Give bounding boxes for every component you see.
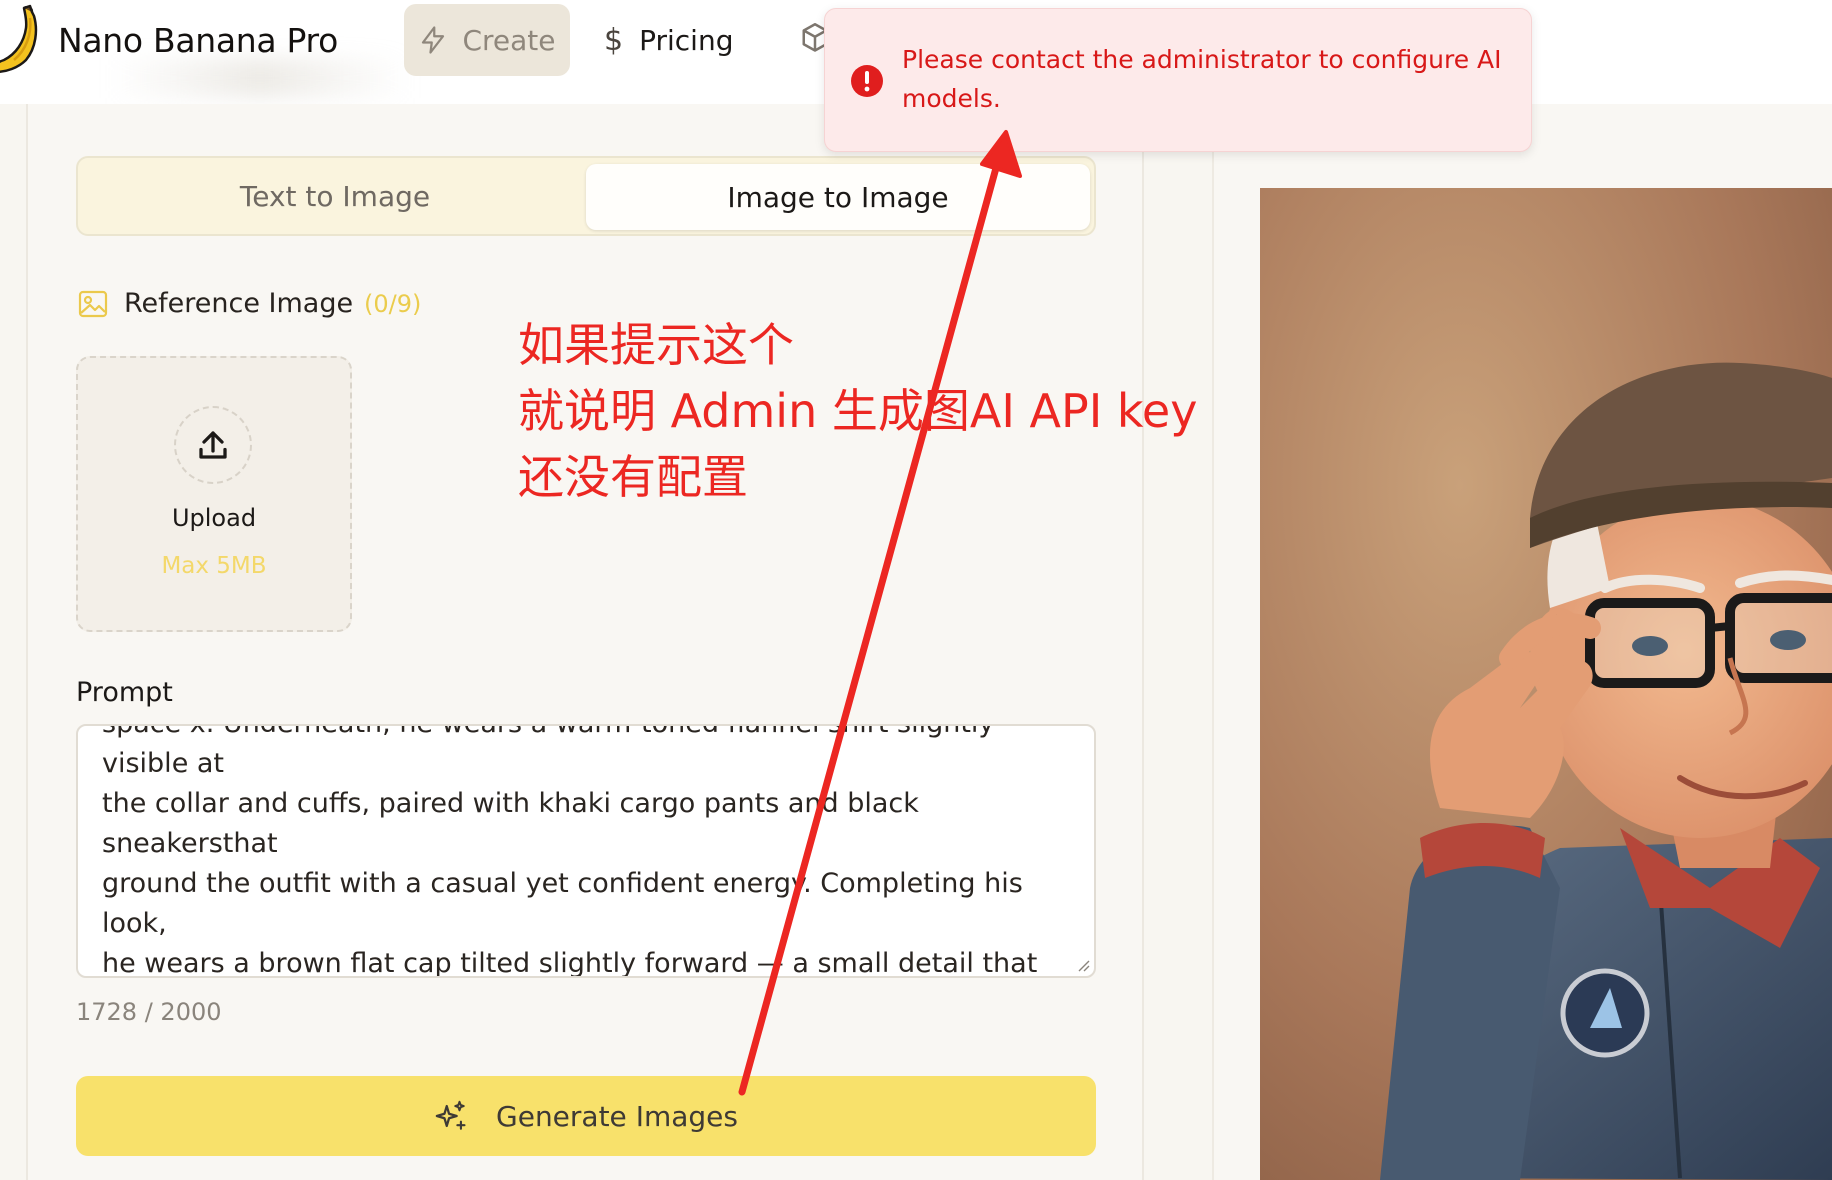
nav-create-label: Create (462, 23, 556, 57)
dollar-icon: $ (604, 22, 624, 58)
prompt-char-count: 1728 / 2000 (76, 998, 222, 1026)
prompt-textarea[interactable]: space x. Underneath, he wears a warm-ton… (76, 724, 1096, 978)
resize-handle-icon[interactable] (1074, 956, 1090, 972)
lightning-icon (422, 26, 445, 54)
tab-text-to-image[interactable]: Text to Image (80, 162, 590, 230)
prompt-text[interactable]: space x. Underneath, he wears a warm-ton… (102, 726, 1076, 976)
annotation-text: 如果提示这个 就说明 Admin 生成图AI API key 还没有配置 (518, 312, 1218, 510)
upload-icon (199, 431, 227, 459)
annotation-line-2: 就说明 Admin 生成图AI API key (518, 384, 1198, 438)
sparkles-icon (435, 1100, 466, 1130)
error-alert-icon (851, 65, 883, 97)
banana-logo-icon[interactable] (0, 2, 44, 78)
brand-name[interactable]: Nano Banana Pro (58, 16, 338, 66)
reference-image-label: Reference Image (124, 288, 354, 319)
generate-images-button[interactable]: Generate Images (76, 1076, 1096, 1156)
reference-image-count: (0/9) (364, 290, 422, 318)
annotation-line-1: 如果提示这个 (518, 318, 794, 372)
generated-image-preview (1260, 188, 1832, 1180)
nav-pricing[interactable]: $ Pricing (604, 4, 733, 76)
upload-size-hint: Max 5MB (161, 553, 267, 579)
prompt-label: Prompt (76, 677, 173, 708)
image-icon (78, 290, 108, 318)
annotation-line-3: 还没有配置 (518, 450, 748, 504)
upload-label: Upload (171, 504, 257, 532)
tab-image-to-image[interactable]: Image to Image (586, 164, 1090, 230)
nav-pricing-label: Pricing (639, 23, 734, 57)
upload-dropzone[interactable] (76, 356, 352, 632)
generate-images-label: Generate Images (496, 1099, 738, 1133)
error-toast-message: Please contact the administrator to conf… (902, 45, 1502, 113)
nav-create[interactable]: Create (404, 4, 570, 76)
upload-icon-circle (174, 406, 252, 484)
